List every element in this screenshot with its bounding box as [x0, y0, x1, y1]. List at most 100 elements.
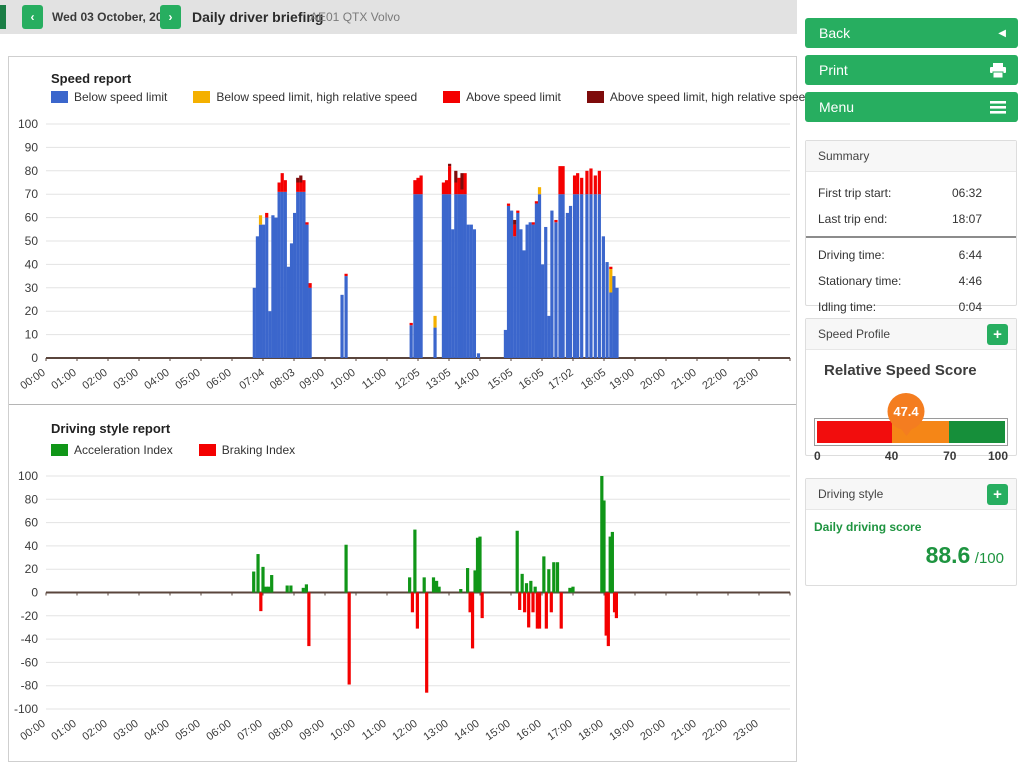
- svg-text:14:00: 14:00: [452, 367, 481, 393]
- svg-text:06:00: 06:00: [204, 367, 233, 393]
- gauge-segment: [817, 421, 892, 443]
- score-number: 88.6: [926, 542, 971, 568]
- svg-text:40: 40: [25, 257, 39, 271]
- svg-text:03:00: 03:00: [111, 367, 140, 393]
- gauge-tick-label: 70: [943, 449, 956, 463]
- svg-text:09:00: 09:00: [297, 718, 326, 744]
- printer-icon: [990, 63, 1006, 78]
- svg-text:14:00: 14:00: [452, 718, 481, 744]
- svg-text:16:05: 16:05: [517, 367, 546, 393]
- svg-text:13:05: 13:05: [424, 367, 453, 393]
- driving-style-chart: -100-80-60-40-2002040608010000:0001:0002…: [9, 405, 796, 761]
- gauge-tick-labels: 0 40 70 100: [814, 449, 1008, 465]
- svg-text:20:00: 20:00: [638, 367, 667, 393]
- summary-body: First trip start:06:32Last trip end:18:0…: [806, 172, 1016, 326]
- svg-text:70: 70: [25, 187, 39, 201]
- svg-text:00:00: 00:00: [18, 367, 47, 393]
- back-button[interactable]: Back ◀: [805, 18, 1018, 48]
- gauge-segment: [949, 421, 1005, 443]
- svg-text:23:00: 23:00: [731, 367, 760, 393]
- speed-report-chart: 010203040506070809010000:0001:0002:0003:…: [9, 57, 796, 405]
- svg-text:50: 50: [25, 234, 39, 248]
- svg-text:15:00: 15:00: [483, 718, 512, 744]
- svg-text:00:00: 00:00: [18, 718, 47, 744]
- current-date-label: Wed 03 October, 2018: [52, 0, 176, 34]
- summary-title: Summary: [818, 149, 869, 163]
- svg-text:-80: -80: [21, 679, 39, 693]
- svg-text:11:00: 11:00: [360, 367, 389, 392]
- expand-driving-style-button[interactable]: +: [987, 484, 1008, 505]
- print-button-label: Print: [819, 62, 848, 78]
- svg-text:11:00: 11:00: [360, 718, 389, 743]
- expand-speed-profile-button[interactable]: +: [987, 324, 1008, 345]
- driving-style-section: Driving style report Acceleration IndexB…: [9, 405, 796, 761]
- svg-text:-60: -60: [21, 655, 39, 669]
- gauge-tick-label: 0: [814, 449, 821, 463]
- svg-text:40: 40: [25, 539, 39, 553]
- svg-text:08:03: 08:03: [268, 367, 297, 393]
- back-button-label: Back: [819, 25, 850, 41]
- svg-text:01:00: 01:00: [49, 367, 78, 393]
- svg-text:03:00: 03:00: [111, 718, 140, 744]
- svg-text:17:00: 17:00: [545, 718, 574, 744]
- svg-text:30: 30: [25, 281, 39, 295]
- summary-row: Last trip end:18:07: [806, 206, 1016, 232]
- svg-text:17:02: 17:02: [546, 367, 575, 393]
- menu-button[interactable]: Menu: [805, 92, 1018, 122]
- driving-style-panel-title: Driving style: [818, 487, 883, 501]
- svg-text:21:00: 21:00: [669, 718, 698, 744]
- svg-text:22:00: 22:00: [700, 367, 729, 393]
- svg-text:10: 10: [25, 328, 39, 342]
- svg-text:02:00: 02:00: [80, 367, 109, 393]
- gauge-bar: 47.4: [814, 418, 1008, 446]
- svg-text:13:00: 13:00: [421, 718, 450, 744]
- svg-text:80: 80: [25, 492, 39, 506]
- svg-text:20: 20: [25, 304, 39, 318]
- daily-driving-score-label: Daily driving score: [806, 510, 1016, 534]
- summary-row: Stationary time:4:46: [806, 268, 1016, 294]
- svg-text:0: 0: [31, 351, 38, 365]
- svg-text:-100: -100: [14, 702, 38, 716]
- svg-text:19:00: 19:00: [607, 718, 636, 744]
- svg-text:05:00: 05:00: [173, 718, 202, 744]
- svg-text:12:00: 12:00: [390, 718, 419, 744]
- svg-text:100: 100: [18, 469, 38, 483]
- svg-text:04:00: 04:00: [142, 718, 171, 744]
- svg-text:60: 60: [25, 516, 39, 530]
- svg-text:80: 80: [25, 164, 39, 178]
- svg-text:60: 60: [25, 211, 39, 225]
- svg-text:0: 0: [31, 586, 38, 600]
- svg-text:12:05: 12:05: [393, 367, 422, 393]
- svg-text:07:00: 07:00: [235, 718, 264, 744]
- svg-text:02:00: 02:00: [80, 718, 109, 744]
- svg-text:04:00: 04:00: [142, 367, 171, 393]
- svg-text:20: 20: [25, 562, 39, 576]
- speed-profile-panel: Speed Profile + Relative Speed Score 47.…: [805, 318, 1017, 456]
- page-title: Daily driver briefing: [192, 0, 323, 34]
- svg-text:-40: -40: [21, 632, 39, 646]
- svg-text:05:00: 05:00: [173, 367, 202, 393]
- hamburger-menu-icon: [990, 101, 1006, 114]
- svg-text:21:00: 21:00: [669, 367, 698, 393]
- svg-text:15:05: 15:05: [486, 367, 515, 393]
- driving-style-panel-header: Driving style +: [806, 479, 1016, 510]
- gauge-tick-label: 40: [885, 449, 898, 463]
- gauge-value-balloon: 47.4: [888, 393, 925, 430]
- sidebar-edge-strip[interactable]: [0, 5, 6, 29]
- print-button[interactable]: Print: [805, 55, 1018, 85]
- svg-text:23:00: 23:00: [731, 718, 760, 744]
- summary-panel: Summary First trip start:06:32Last trip …: [805, 140, 1017, 306]
- next-day-button[interactable]: ›: [160, 5, 181, 29]
- speed-report-section: Speed report Below speed limitBelow spee…: [9, 57, 796, 405]
- svg-text:08:00: 08:00: [266, 718, 295, 744]
- top-header-bar: ‹ Wed 03 October, 2018 › Daily driver br…: [0, 0, 797, 34]
- back-arrow-icon: ◀: [998, 28, 1006, 39]
- vehicle-label: AE01 QTX Volvo: [310, 0, 400, 34]
- gauge-tick-label: 100: [988, 449, 1008, 463]
- previous-day-button[interactable]: ‹: [22, 5, 43, 29]
- svg-text:16:00: 16:00: [514, 718, 543, 744]
- summary-row: First trip start:06:32: [806, 180, 1016, 206]
- score-denominator: /100: [975, 550, 1004, 567]
- summary-row: Idling time:0:04: [806, 294, 1016, 320]
- svg-text:100: 100: [18, 117, 38, 131]
